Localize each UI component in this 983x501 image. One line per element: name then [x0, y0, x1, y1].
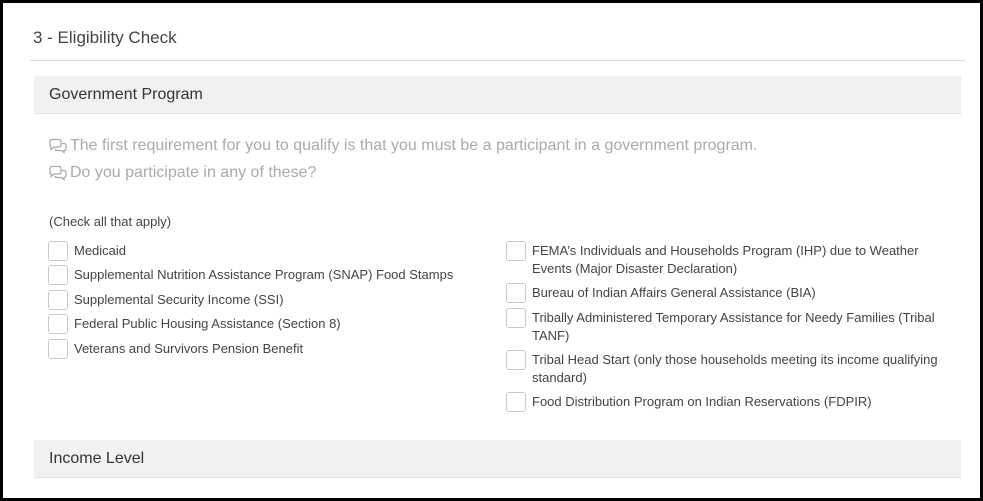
checkbox[interactable]: [48, 314, 68, 334]
chat-bubbles-icon: [48, 138, 68, 154]
checkbox[interactable]: [506, 283, 526, 303]
option-fdpir[interactable]: Food Distribution Program on Indian Rese…: [506, 392, 946, 412]
option-veterans-pension[interactable]: Veterans and Survivors Pension Benefit: [48, 339, 303, 359]
option-ssi[interactable]: Supplemental Security Income (SSI): [48, 290, 284, 310]
page-frame: 3 - Eligibility Check Government Program…: [0, 0, 983, 501]
checkbox[interactable]: [506, 350, 526, 370]
checkbox[interactable]: [48, 241, 68, 261]
checkbox[interactable]: [48, 290, 68, 310]
section-header-government-program: Government Program: [34, 76, 961, 114]
section-header-income-level[interactable]: Income Level: [34, 440, 961, 478]
option-fema-ihp[interactable]: FEMA’s Individuals and Households Progra…: [506, 241, 946, 278]
option-tribal-tanf[interactable]: Tribally Administered Temporary Assistan…: [506, 308, 946, 345]
option-medicaid[interactable]: Medicaid: [48, 241, 126, 261]
divider: [30, 60, 965, 61]
hint-text: The first requirement for you to qualify…: [70, 137, 758, 154]
hint-line: Do you participate in any of these?: [48, 164, 316, 182]
checkbox[interactable]: [506, 392, 526, 412]
hint-line: The first requirement for you to qualify…: [48, 137, 757, 155]
checkbox[interactable]: [506, 241, 526, 261]
option-label: FEMA’s Individuals and Households Progra…: [532, 243, 919, 276]
checkbox[interactable]: [506, 308, 526, 328]
option-section-8[interactable]: Federal Public Housing Assistance (Secti…: [48, 314, 341, 334]
option-label: Bureau of Indian Affairs General Assista…: [532, 285, 816, 300]
option-bia[interactable]: Bureau of Indian Affairs General Assista…: [506, 283, 946, 303]
option-label: Supplemental Nutrition Assistance Progra…: [74, 267, 454, 282]
option-label: Tribal Head Start (only those households…: [532, 352, 938, 385]
checkbox[interactable]: [48, 339, 68, 359]
option-label: Tribally Administered Temporary Assistan…: [532, 310, 935, 343]
chat-bubbles-icon: [48, 165, 68, 181]
option-label: Supplemental Security Income (SSI): [74, 292, 284, 307]
option-tribal-head-start[interactable]: Tribal Head Start (only those households…: [506, 350, 946, 387]
option-label: Food Distribution Program on Indian Rese…: [532, 394, 872, 409]
option-label: Veterans and Survivors Pension Benefit: [74, 341, 304, 356]
step-title: 3 - Eligibility Check: [33, 28, 177, 47]
option-snap[interactable]: Supplemental Nutrition Assistance Progra…: [48, 265, 453, 285]
section-title: Government Program: [49, 86, 203, 103]
hint-text: Do you participate in any of these?: [70, 164, 317, 181]
option-label: Federal Public Housing Assistance (Secti…: [74, 316, 341, 331]
check-all-note: (Check all that apply): [49, 214, 172, 229]
option-label: Medicaid: [74, 243, 127, 258]
checkbox[interactable]: [48, 265, 68, 285]
section-title: Income Level: [49, 450, 145, 467]
